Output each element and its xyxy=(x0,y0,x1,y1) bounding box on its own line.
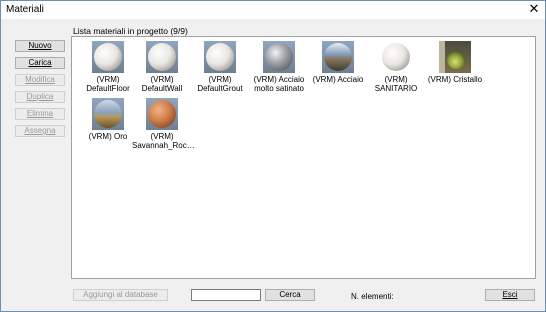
materials-list-panel[interactable]: (VRM) DefaultFloor (VRM) DefaultWall (VR… xyxy=(71,36,536,279)
material-caption: (VRM) DefaultWall xyxy=(141,75,183,93)
material-item[interactable]: (VRM) Oro xyxy=(78,98,138,141)
add-to-database-button[interactable]: Aggiungi al database xyxy=(73,289,168,301)
material-caption: (VRM) Acciaio xyxy=(312,75,364,84)
exit-button[interactable]: Esci xyxy=(485,289,535,301)
material-item[interactable]: (VRM) Cristallo xyxy=(425,41,485,84)
load-button[interactable]: Carica xyxy=(15,57,65,69)
material-item[interactable]: (VRM) SANITARIO xyxy=(366,41,426,93)
load-button-label: Carica xyxy=(28,58,52,67)
search-button[interactable]: Cerca xyxy=(265,289,315,301)
material-item[interactable]: (VRM) DefaultGrout xyxy=(190,41,250,93)
material-item[interactable]: (VRM) Savannah_Roc… xyxy=(132,98,195,150)
material-item[interactable]: (VRM) DefaultFloor xyxy=(78,41,138,93)
glass-sphere-icon xyxy=(439,41,471,73)
gold-sphere-icon xyxy=(92,98,124,130)
edit-button[interactable]: Modifica xyxy=(15,74,65,86)
search-button-label: Cerca xyxy=(279,290,301,299)
delete-button-label: Elimina xyxy=(26,109,54,118)
search-input[interactable] xyxy=(191,289,261,301)
exit-button-label: Esci xyxy=(502,290,518,299)
element-count-label: N. elementi: xyxy=(351,292,394,301)
material-item[interactable]: (VRM) Acciaio molto satinato xyxy=(249,41,309,93)
material-item[interactable]: (VRM) Acciaio xyxy=(308,41,368,84)
white-sphere-icon xyxy=(92,41,124,73)
material-caption: (VRM) Acciaio molto satinato xyxy=(253,75,305,93)
materials-list-label: Lista materiali in progetto (9/9) xyxy=(73,26,188,36)
duplicate-button-label: Duplica xyxy=(26,92,54,101)
terracotta-sphere-icon xyxy=(146,98,178,130)
white-sphere-icon xyxy=(380,41,412,73)
assign-button-label: Assegna xyxy=(24,126,56,135)
material-caption: (VRM) SANITARIO xyxy=(374,75,418,93)
steel-sphere-icon xyxy=(322,41,354,73)
add-to-database-label: Aggiungi al database xyxy=(83,290,158,299)
assign-button[interactable]: Assegna xyxy=(15,125,65,137)
delete-button[interactable]: Elimina xyxy=(15,108,65,120)
materials-dialog: Materiali ✕ Nuovo Carica Modifica Duplic… xyxy=(0,0,546,312)
close-icon[interactable]: ✕ xyxy=(527,2,541,16)
new-button-label: Nuovo xyxy=(28,41,52,50)
material-caption: (VRM) DefaultGrout xyxy=(197,75,243,93)
material-caption: (VRM) DefaultFloor xyxy=(86,75,130,93)
new-button[interactable]: Nuovo xyxy=(15,40,65,52)
white-sphere-icon xyxy=(204,41,236,73)
material-caption: (VRM) Savannah_Roc… xyxy=(132,132,195,150)
steel-sphere-icon xyxy=(263,41,295,73)
material-caption: (VRM) Cristallo xyxy=(427,75,483,84)
material-item[interactable]: (VRM) DefaultWall xyxy=(132,41,192,93)
duplicate-button[interactable]: Duplica xyxy=(15,91,65,103)
window-title: Materiali xyxy=(6,4,44,15)
edit-button-label: Modifica xyxy=(25,75,55,84)
title-bar: Materiali ✕ xyxy=(1,1,545,19)
white-sphere-icon xyxy=(146,41,178,73)
material-caption: (VRM) Oro xyxy=(88,132,128,141)
